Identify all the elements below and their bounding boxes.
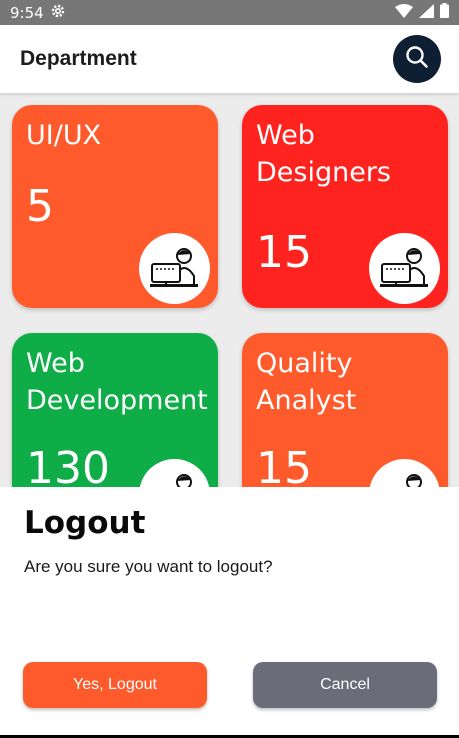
- page-title: Department: [20, 47, 137, 70]
- battery-icon: [440, 3, 449, 22]
- department-count: 130: [26, 443, 110, 494]
- cancel-button[interactable]: Cancel: [253, 662, 437, 708]
- signal-icon: [419, 3, 434, 22]
- search-button[interactable]: [393, 35, 441, 83]
- status-time: 9:54: [10, 3, 44, 22]
- department-count: 5: [26, 181, 54, 232]
- department-title: UI/UX: [26, 120, 102, 151]
- department-count: 15: [256, 227, 312, 278]
- developer-icon: [139, 233, 210, 304]
- yes-logout-button[interactable]: Yes, Logout: [23, 662, 207, 708]
- logout-dialog: Logout Are you sure you want to logout? …: [0, 487, 459, 738]
- department-grid: UI/UX 5 Web Designers 15 Web Development…: [0, 93, 459, 536]
- department-title: Quality Analyst: [256, 348, 357, 416]
- status-right: [395, 3, 449, 22]
- developer-icon: [369, 233, 440, 304]
- department-title: Web Designers: [256, 120, 391, 188]
- status-left: 9:54: [10, 3, 66, 23]
- gear-icon: [50, 3, 66, 23]
- department-card-ui-ux[interactable]: UI/UX 5: [12, 105, 218, 308]
- department-count: 15: [256, 443, 312, 494]
- wifi-icon: [395, 3, 413, 22]
- department-title: Web Development: [26, 348, 208, 416]
- status-bar: 9:54: [0, 0, 459, 25]
- search-icon: [404, 44, 430, 74]
- dialog-title: Logout: [24, 505, 146, 541]
- department-card-web-designers[interactable]: Web Designers 15: [242, 105, 448, 308]
- app-bar: Department: [0, 25, 459, 93]
- dialog-message: Are you sure you want to logout?: [24, 557, 273, 576]
